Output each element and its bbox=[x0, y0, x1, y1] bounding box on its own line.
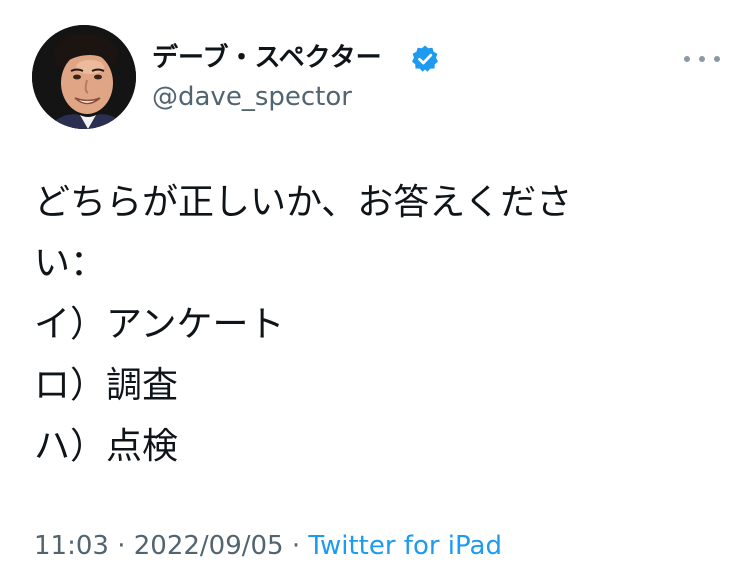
tweet-line: どちらが正しいか、お答えくださ bbox=[34, 182, 573, 223]
tweet-line: イ）アンケート bbox=[34, 304, 285, 345]
tweet-card: デーブ・スペクター @dave_spector どちらが正しいか、お答えくださ … bbox=[0, 0, 750, 580]
tweet-time[interactable]: 11:03 bbox=[34, 531, 109, 561]
user-handle[interactable]: @dave_spector bbox=[152, 80, 352, 114]
tweet-text: どちらが正しいか、お答えくださ い： イ）アンケート ロ）調査 ハ）点検 bbox=[34, 172, 674, 477]
tweet-line: ロ）調査 bbox=[34, 365, 179, 406]
more-dot bbox=[714, 56, 720, 62]
more-options-icon[interactable] bbox=[684, 52, 720, 66]
tweet-line: い： bbox=[34, 243, 107, 284]
profile-photo bbox=[32, 25, 136, 129]
tweet-line: ハ）点検 bbox=[34, 426, 179, 467]
meta-separator: · bbox=[283, 531, 309, 561]
more-dot bbox=[699, 56, 705, 62]
avatar[interactable] bbox=[32, 25, 136, 129]
tweet-metadata: 11:03 · 2022/09/05 · Twitter for iPad bbox=[34, 528, 502, 564]
tweet-source-link[interactable]: Twitter for iPad bbox=[308, 531, 502, 561]
verified-badge-icon bbox=[410, 44, 440, 74]
meta-separator: · bbox=[108, 531, 134, 561]
display-name[interactable]: デーブ・スペクター bbox=[152, 40, 382, 76]
tweet-date[interactable]: 2022/09/05 bbox=[134, 531, 284, 561]
more-dot bbox=[684, 56, 690, 62]
